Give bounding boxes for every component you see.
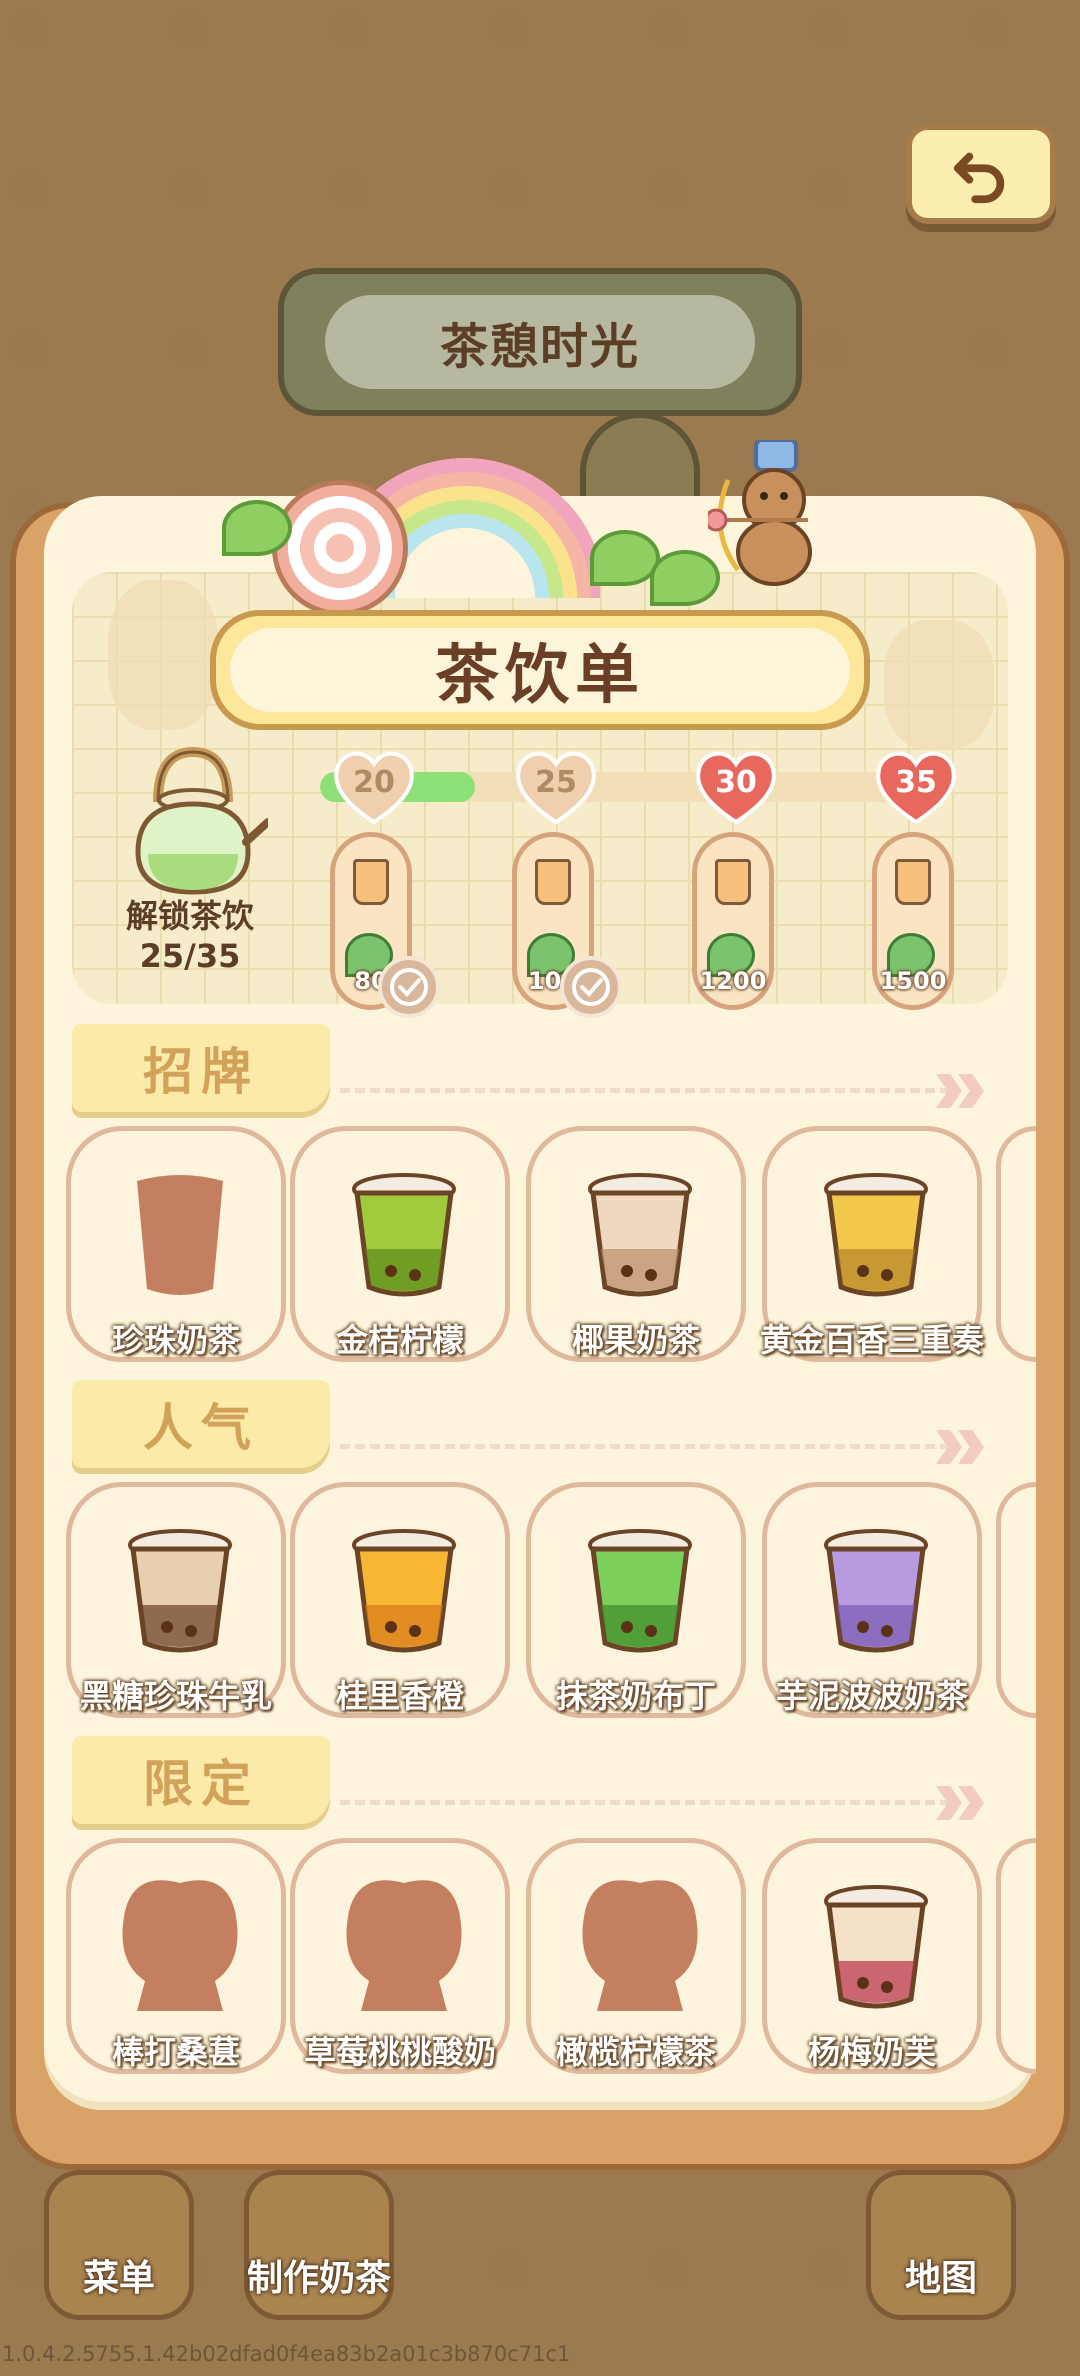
golden-passionfruit-drink-icon (801, 1159, 951, 1309)
milestone-reward[interactable]: 1200 (692, 832, 774, 1010)
scroll-arrows-icon (936, 1422, 1010, 1472)
location-sign: 茶憩时光 (278, 268, 802, 416)
milestone-reward[interactable]: 1500 (872, 832, 954, 1010)
drink-reward-icon (353, 859, 389, 905)
undo-arrow-icon (953, 152, 1005, 204)
drink-name: 抹茶奶布丁 (555, 1677, 716, 1715)
unlock-counter: 解锁茶饮 25/35 (90, 896, 290, 976)
milestone-heart: 30 (692, 746, 780, 826)
milestone-level: 35 (895, 764, 937, 800)
bear-cupid-icon (708, 440, 812, 586)
drink-card[interactable]: 黑糖珍珠牛乳 (66, 1482, 286, 1718)
locked-silhouette-icon (105, 1871, 255, 2021)
version-text: 1.0.4.2.5755.1.42b02dfad0f4ea83b2a01c3b8… (2, 2342, 571, 2366)
map-button-label: 地图 (904, 2258, 977, 2299)
back-button[interactable] (906, 124, 1056, 224)
scroll-arrows-icon (936, 1778, 1010, 1828)
kumquat-lemon-drink-icon (329, 1159, 479, 1309)
drink-card[interactable]: 草莓桃桃酸奶 (290, 1838, 510, 2074)
locked-silhouette-icon (329, 1871, 479, 2021)
menu-title: 茶饮单 (230, 628, 850, 713)
drink-reward-icon (535, 859, 571, 905)
drink-reward-icon (895, 859, 931, 905)
ghost-dog-decoration (108, 580, 218, 730)
coconut-milk-tea-icon (565, 1159, 715, 1309)
milestone-heart: 25 (512, 746, 600, 826)
unlock-count: 25/35 (139, 937, 241, 975)
milestone-level: 25 (535, 764, 577, 800)
menu-button-label: 菜单 (82, 2258, 155, 2299)
drink-name: 珍珠奶茶 (111, 1321, 240, 1359)
drink-name: 黑糖珍珠牛乳 (79, 1677, 272, 1715)
menu-title-banner: 茶饮单 (210, 610, 870, 730)
matcha-pudding-icon (565, 1515, 715, 1665)
drink-name: 黄金百香三重奏 (759, 1321, 984, 1359)
section-divider (340, 1444, 950, 1449)
drink-card[interactable]: 金桔柠檬 (290, 1126, 510, 1362)
section-title: 限定 (72, 1736, 330, 1824)
drink-card[interactable]: 芋泥波波奶茶 (762, 1482, 982, 1718)
drink-name: 金桔柠檬 (335, 1321, 464, 1359)
claimed-check-icon (378, 956, 440, 1018)
drink-card[interactable]: 杨梅奶芙 (762, 1838, 982, 2074)
claimed-check-icon (560, 956, 622, 1018)
milestone-level: 20 (353, 764, 395, 800)
milestone-heart: 35 (872, 746, 960, 826)
section-title: 人气 (72, 1380, 330, 1468)
ghost-cat-decoration (884, 620, 994, 750)
drink-name: 草莓桃桃酸奶 (303, 2033, 496, 2071)
reward-amount: 1200 (699, 967, 767, 995)
taro-boba-icon (801, 1515, 951, 1665)
drink-card[interactable]: 黄金百香三重奏 (760, 1126, 984, 1362)
leaf-decoration (222, 500, 292, 556)
section-title: 招牌 (72, 1024, 330, 1112)
drink-name: 桂里香橙 (335, 1677, 464, 1715)
drink-name: 橄榄柠檬茶 (555, 2033, 716, 2071)
location-title: 茶憩时光 (325, 295, 755, 389)
map-button[interactable]: 地图 (866, 2170, 1016, 2320)
reward-amount: 1500 (879, 967, 947, 995)
menu-button[interactable]: 菜单 (44, 2170, 194, 2320)
drink-reward-icon (715, 859, 751, 905)
drink-card-partial[interactable] (996, 1838, 1036, 2074)
drink-name: 椰果奶茶 (571, 1321, 700, 1359)
drink-name: 芋泥波波奶茶 (775, 1677, 968, 1715)
section-divider (340, 1088, 950, 1093)
osmanthus-orange-icon (329, 1515, 479, 1665)
section-divider (340, 1800, 950, 1805)
make-tea-button-label: 制作奶茶 (247, 2258, 392, 2299)
drink-name: 棒打桑葚 (111, 2033, 240, 2071)
drink-card[interactable]: 棒打桑葚 (66, 1838, 286, 2074)
cup-silhouette-icon (105, 1159, 255, 1309)
milestone-heart: 20 (330, 746, 418, 826)
locked-silhouette-icon (565, 1871, 715, 2021)
drink-card[interactable]: 桂里香橙 (290, 1482, 510, 1718)
milestone-level: 30 (715, 764, 757, 800)
drink-card[interactable]: 椰果奶茶 (526, 1126, 746, 1362)
drink-name: 杨梅奶芙 (807, 2033, 936, 2071)
drink-card-partial[interactable] (996, 1482, 1036, 1718)
drink-card-row[interactable]: 棒打桑葚 草莓桃桃酸奶 橄榄柠檬茶 杨梅奶芙 (66, 1838, 1066, 2074)
swiss-roll-decoration (272, 480, 408, 616)
teapot-icon (135, 746, 268, 895)
brown-sugar-boba-icon (105, 1515, 255, 1665)
drink-card[interactable]: 抹茶奶布丁 (526, 1482, 746, 1718)
drink-card-partial[interactable] (996, 1126, 1036, 1362)
make-tea-button[interactable]: 制作奶茶 (244, 2170, 394, 2320)
drink-card-row[interactable]: 珍珠奶茶 金桔柠檬 椰果奶茶 黄金百香三重奏 (66, 1126, 1066, 1362)
drink-card[interactable]: 橄榄柠檬茶 (526, 1838, 746, 2074)
unlock-label: 解锁茶饮 (125, 897, 254, 935)
drink-card-row[interactable]: 黑糖珍珠牛乳 桂里香橙 抹茶奶布丁 芋泥波波奶茶 (66, 1482, 1066, 1718)
scroll-arrows-icon (936, 1066, 1010, 1116)
drink-card[interactable]: 珍珠奶茶 (66, 1126, 286, 1362)
bayberry-cream-icon (801, 1871, 951, 2021)
